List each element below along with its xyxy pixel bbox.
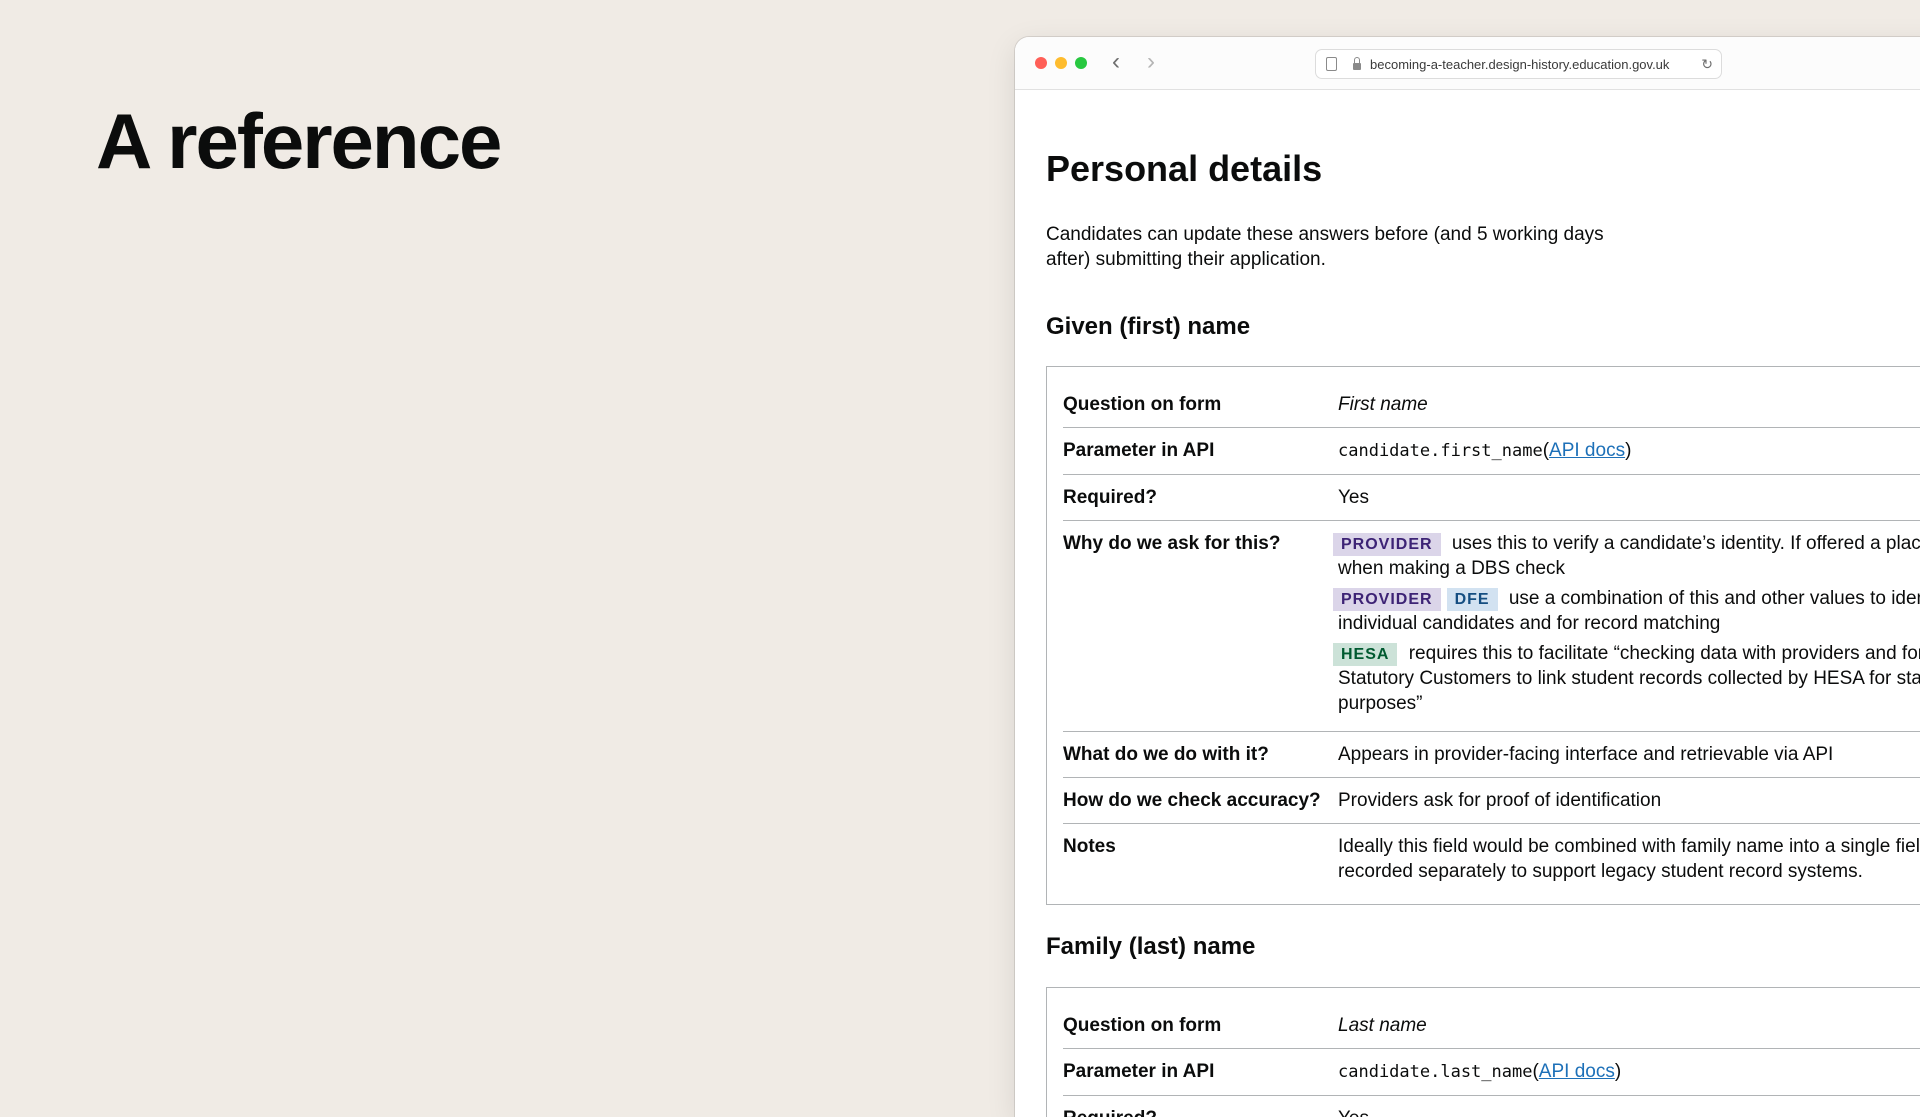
hesa-tag: HESA xyxy=(1333,643,1398,666)
page-title: Personal details xyxy=(1046,148,1323,189)
summary-key: Parameter in API xyxy=(1063,1061,1215,1082)
api-docs-link[interactable]: API docs xyxy=(1539,1061,1615,1082)
summary-value: Yes xyxy=(1338,487,1369,508)
reason-item: PROVIDER DFE use a combination of this an… xyxy=(1333,586,1920,636)
reason-text: when making a DBS check xyxy=(1338,558,1566,579)
reason-text: use a combination of this and other valu… xyxy=(1508,588,1920,609)
summary-value: Providers ask for proof of identificatio… xyxy=(1338,790,1662,811)
notes-text: recorded separately to support legacy st… xyxy=(1338,861,1863,882)
provider-tag: PROVIDER xyxy=(1333,533,1441,556)
reason-item: HESA requires this to facilitate “checki… xyxy=(1333,641,1920,716)
summary-value: candidate.last_name(API docs) xyxy=(1338,1061,1622,1082)
summary-key: Notes xyxy=(1063,836,1116,857)
zoom-window-button[interactable] xyxy=(1075,57,1087,69)
back-arrow-icon[interactable]: ‹ xyxy=(1112,48,1120,76)
summary-key: Question on form xyxy=(1063,394,1222,415)
reason-text: Statutory Customers to link student reco… xyxy=(1338,668,1920,689)
summary-key: Why do we ask for this? xyxy=(1063,533,1281,554)
reason-item: PROVIDER uses this to verify a candidate… xyxy=(1333,531,1920,581)
family-name-heading: Family (last) name xyxy=(1046,933,1256,960)
reload-icon[interactable]: ↻ xyxy=(1701,56,1713,73)
family-name-summary: Question on form Last name Parameter in … xyxy=(1046,987,1920,1117)
api-parameter-code: candidate.first_name xyxy=(1338,441,1543,461)
close-window-button[interactable] xyxy=(1035,57,1047,69)
summary-key: Required? xyxy=(1063,1096,1338,1117)
address-bar-url[interactable]: becoming-a-teacher.design-history.educat… xyxy=(1370,57,1669,72)
given-name-heading: Given (first) name xyxy=(1046,313,1251,340)
summary-key: How do we check accuracy? xyxy=(1063,790,1321,811)
address-bar[interactable]: becoming-a-teacher.design-history.educat… xyxy=(1315,49,1722,79)
provider-tag: PROVIDER xyxy=(1333,588,1441,611)
summary-row: Question on form Last name xyxy=(1063,1003,1920,1049)
summary-value: First name xyxy=(1338,394,1428,415)
summary-value: PROVIDER uses this to verify a candidate… xyxy=(1333,521,1920,731)
page-intro: Candidates can update these answers befo… xyxy=(1046,224,1604,270)
summary-row: Required? Yes xyxy=(1063,1096,1920,1117)
summary-row: Question on form First name xyxy=(1063,382,1920,428)
dfe-tag: DFE xyxy=(1446,588,1498,611)
summary-key: What do we do with it? xyxy=(1063,744,1269,765)
summary-key: Parameter in API xyxy=(1063,440,1215,461)
summary-row: Required? Yes xyxy=(1063,475,1920,521)
summary-value: Appears in provider-facing interface and… xyxy=(1338,744,1834,765)
summary-row: Parameter in API candidate.last_name(API… xyxy=(1063,1049,1920,1096)
minimize-window-button[interactable] xyxy=(1055,57,1067,69)
browser-toolbar: ‹ › becoming-a-teacher.design-history.ed… xyxy=(1015,37,1920,90)
notes-text: Ideally this field would be combined wit… xyxy=(1338,836,1920,857)
reason-text: uses this to verify a candidate’s identi… xyxy=(1451,533,1920,554)
summary-key: Required? xyxy=(1063,487,1157,508)
reader-view-icon[interactable] xyxy=(1326,57,1337,71)
reason-text: individual candidates and for record mat… xyxy=(1338,613,1721,634)
summary-row: Why do we ask for this? PROVIDER uses th… xyxy=(1063,521,1920,732)
summary-value: Last name xyxy=(1338,1015,1427,1036)
given-name-summary: Question on form First name Parameter in… xyxy=(1046,366,1920,905)
summary-value: candidate.first_name(API docs) xyxy=(1338,440,1632,461)
summary-key: Question on form xyxy=(1063,1015,1222,1036)
summary-row: Parameter in API candidate.first_name(AP… xyxy=(1063,428,1920,475)
browser-window: ‹ › becoming-a-teacher.design-history.ed… xyxy=(1015,37,1920,1117)
reason-text: purposes” xyxy=(1338,693,1423,714)
api-parameter-code: candidate.last_name xyxy=(1338,1062,1533,1082)
lock-icon xyxy=(1353,56,1361,70)
slide-title: A reference xyxy=(96,97,502,185)
summary-value: Ideally this field would be combined wit… xyxy=(1338,824,1920,894)
summary-row: How do we check accuracy? Providers ask … xyxy=(1063,778,1920,824)
reason-text: requires this to facilitate “checking da… xyxy=(1408,643,1920,664)
api-docs-link[interactable]: API docs xyxy=(1549,440,1625,461)
forward-arrow-icon[interactable]: › xyxy=(1147,48,1155,76)
summary-value: Yes xyxy=(1338,1096,1920,1117)
summary-row: Notes Ideally this field would be combin… xyxy=(1063,824,1920,904)
summary-row: What do we do with it? Appears in provid… xyxy=(1063,732,1920,778)
